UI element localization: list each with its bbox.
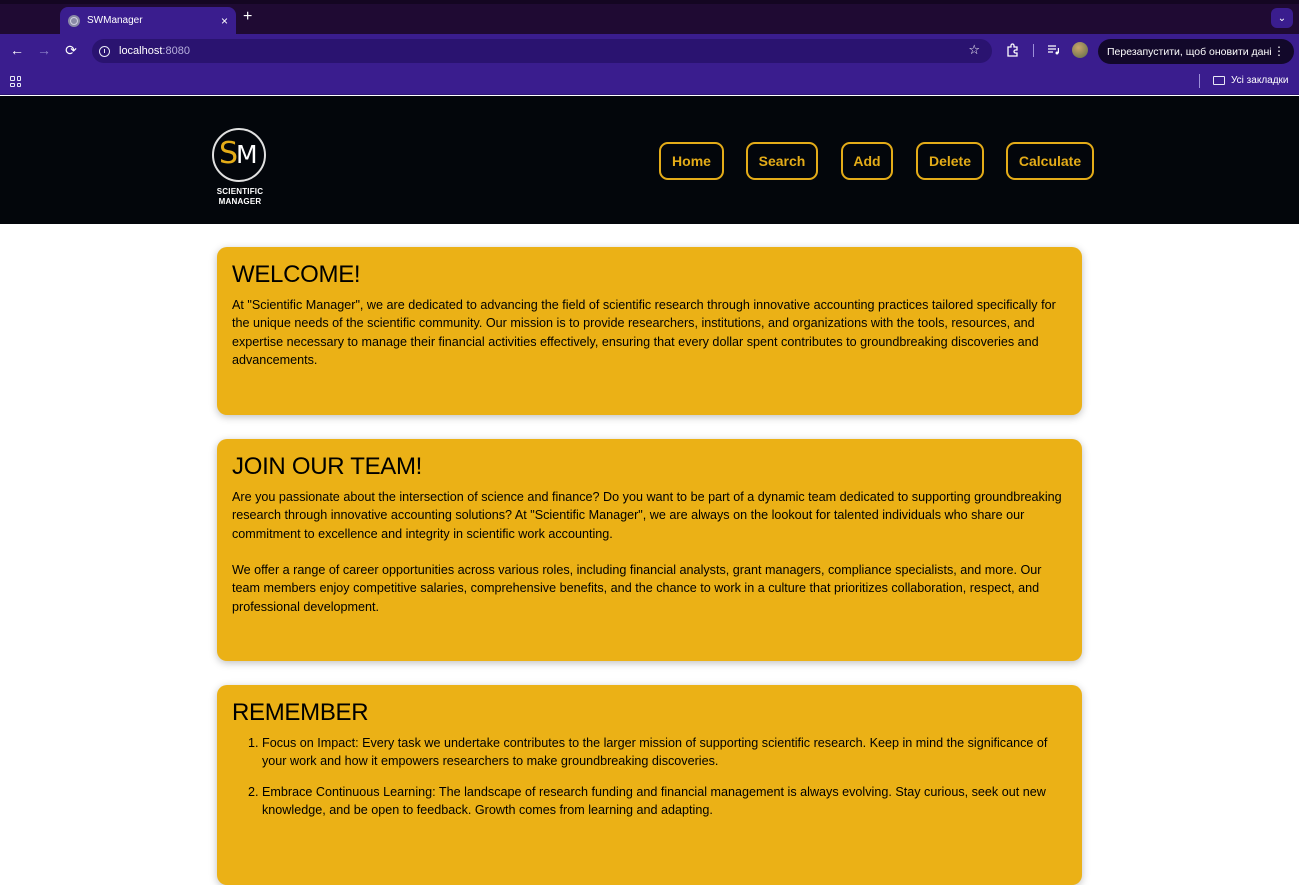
join-team-text-2: We offer a range of career opportunities… — [232, 563, 1042, 614]
chevron-down-icon[interactable]: ⌄ — [1271, 8, 1293, 28]
apps-grid-icon[interactable] — [10, 76, 21, 87]
nav-search-button[interactable]: Search — [746, 142, 818, 180]
nav-calculate-button[interactable]: Calculate — [1006, 142, 1094, 180]
bookmarks-bar — [0, 68, 1299, 95]
address-bar[interactable]: localhost :8080 ☆ — [92, 39, 992, 63]
url-port: :8080 — [162, 45, 190, 57]
globe-icon — [68, 14, 80, 27]
forward-button[interactable]: → — [35, 42, 53, 58]
browser-tab[interactable]: SWManager × — [60, 7, 236, 34]
logo-emblem: S M — [212, 128, 266, 182]
browser-tabstrip: SWManager × + ⌄ — [0, 0, 1299, 34]
welcome-title: WELCOME! — [232, 261, 361, 288]
tab-title: SWManager — [87, 15, 143, 26]
logo-text: SCIENTIFIC MANAGER — [216, 187, 264, 206]
extensions-icon[interactable] — [1006, 43, 1020, 60]
update-button[interactable]: Перезапустити, щоб оновити дані ⋮ — [1098, 39, 1294, 64]
folder-icon[interactable] — [1213, 76, 1225, 85]
join-team-title: JOIN OUR TEAM! — [232, 453, 423, 480]
remember-title: REMEMBER — [232, 699, 369, 726]
nav-delete-button[interactable]: Delete — [916, 142, 984, 180]
menu-icon[interactable]: ⋮ — [1273, 44, 1285, 58]
close-icon[interactable]: × — [221, 14, 228, 28]
site-header: S M SCIENTIFIC MANAGER Home Search Add D… — [0, 96, 1299, 224]
reload-button[interactable]: ⟳ — [62, 42, 80, 59]
profile-avatar[interactable] — [1072, 42, 1088, 58]
remember-card: REMEMBER Focus on Impact: Every task we … — [217, 685, 1082, 885]
bookmarks-divider — [1199, 74, 1200, 88]
update-label: Перезапустити, щоб оновити дані — [1107, 45, 1272, 58]
nav-add-button[interactable]: Add — [841, 142, 893, 180]
remember-list: Focus on Impact: Every task we undertake… — [232, 734, 1067, 819]
info-icon[interactable] — [99, 45, 110, 57]
welcome-text: At "Scientific Manager", we are dedicate… — [232, 298, 1056, 367]
new-tab-button[interactable]: + — [243, 8, 252, 26]
star-icon[interactable]: ☆ — [968, 42, 980, 58]
join-team-card: JOIN OUR TEAM! Are you passionate about … — [217, 439, 1082, 661]
list-item: Focus on Impact: Every task we undertake… — [262, 734, 1067, 771]
back-button[interactable]: ← — [8, 42, 26, 58]
media-icon[interactable] — [1046, 43, 1060, 60]
all-bookmarks-link[interactable]: Усі закладки — [1231, 75, 1289, 86]
join-team-text-1: Are you passionate about the intersectio… — [232, 490, 1062, 541]
welcome-card: WELCOME! At "Scientific Manager", we are… — [217, 247, 1082, 415]
url-host: localhost — [119, 45, 163, 57]
toolbar-divider — [1033, 44, 1034, 57]
nav-home-button[interactable]: Home — [659, 142, 724, 180]
site-logo[interactable]: S M SCIENTIFIC MANAGER — [210, 128, 270, 212]
